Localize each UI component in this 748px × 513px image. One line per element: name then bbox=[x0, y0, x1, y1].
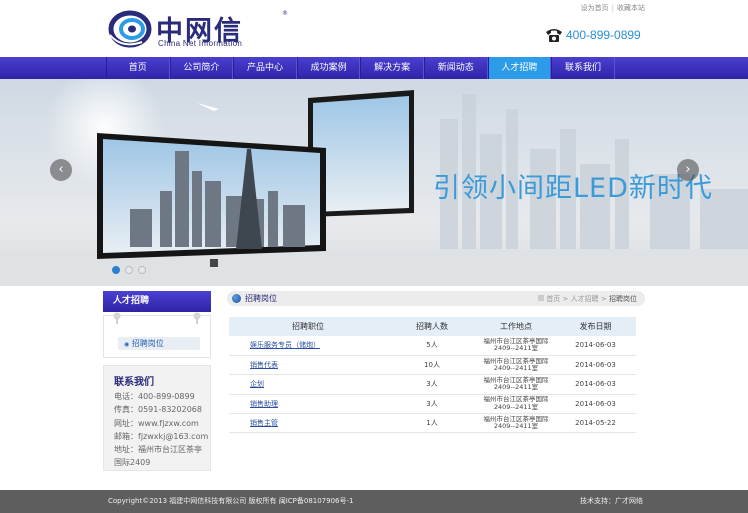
section-title: 招聘岗位 bbox=[245, 294, 277, 303]
job-date: 2014-06-03 bbox=[555, 355, 636, 376]
job-count: 1人 bbox=[387, 413, 477, 434]
banner-dot[interactable] bbox=[125, 266, 133, 274]
job-title-link[interactable]: 销售代表 bbox=[229, 355, 387, 376]
footer: Copyright©2013 福建中网信科技有限公司 版权所有 闽ICP备081… bbox=[0, 490, 748, 513]
banner-prev-button[interactable]: ‹ bbox=[50, 159, 72, 181]
job-count: 5人 bbox=[387, 336, 477, 356]
banner-next-button[interactable]: › bbox=[677, 159, 699, 181]
job-location: 福州市台江区茶亭国际 2409--2411室 bbox=[477, 413, 555, 434]
breadcrumb-separator: > bbox=[600, 295, 607, 303]
sidebar-item-job-openings[interactable]: ◉ 招聘岗位 bbox=[118, 337, 200, 350]
nav-item-home[interactable]: 首页 bbox=[106, 57, 170, 79]
contact-fax: 传真：0591-83202068 bbox=[114, 405, 202, 415]
job-title-link[interactable]: 娱乐服务专员（储炮） bbox=[229, 336, 387, 356]
telephone-icon bbox=[546, 29, 562, 42]
logo[interactable]: 中网信 ® China Net Information bbox=[108, 9, 288, 49]
breadcrumb-careers[interactable]: 人才招聘 bbox=[571, 295, 599, 303]
job-location-line2: 2409--2411室 bbox=[493, 402, 539, 411]
job-title-link[interactable]: 销售主管 bbox=[229, 413, 387, 434]
column-header-location: 工作地点 bbox=[477, 317, 555, 336]
job-count: 3人 bbox=[387, 374, 477, 395]
banner-headline: 引领小间距LED新时代 bbox=[433, 173, 713, 204]
contact-address-line2: 国际2409 bbox=[114, 458, 151, 468]
pin-icon bbox=[193, 312, 201, 324]
breadcrumb-home[interactable]: 首页 bbox=[546, 295, 560, 303]
bullet-icon: ◉ bbox=[124, 341, 130, 348]
job-location: 福州市台江区茶亭国际 2409--2411室 bbox=[477, 336, 555, 356]
job-date: 2014-05-22 bbox=[555, 413, 636, 434]
job-date: 2014-06-03 bbox=[555, 336, 636, 356]
job-location: 福州市台江区茶亭国际 2409--2411室 bbox=[477, 355, 555, 376]
contact-address: 地址：福州市台江区茶亭 bbox=[114, 445, 202, 455]
contact-box: 联系我们 电话：400-899-0899 传真：0591-83202068 网址… bbox=[103, 365, 211, 471]
logo-text-en: China Net Information bbox=[158, 39, 243, 48]
bookmark-link[interactable]: 收藏本站 bbox=[617, 4, 645, 12]
contact-website: 网址：www.fjzxw.com bbox=[114, 418, 199, 428]
contact-title: 联系我们 bbox=[114, 377, 154, 388]
main-nav: 首页 公司简介 产品中心 成功案例 解决方案 新闻动态 人才招聘 联系我们 bbox=[0, 57, 748, 79]
job-location-line2: 2409--2411室 bbox=[493, 383, 539, 392]
nav-item-cases[interactable]: 成功案例 bbox=[296, 57, 361, 79]
job-location: 福州市台江区茶亭国际 2409--2411室 bbox=[477, 374, 555, 395]
contact-phone: 电话：400-899-0899 bbox=[114, 392, 195, 401]
banner-dot[interactable] bbox=[112, 266, 120, 274]
job-count: 10人 bbox=[387, 355, 477, 376]
job-count: 3人 bbox=[387, 394, 477, 415]
column-header-count: 招聘人数 bbox=[387, 317, 477, 336]
job-location-line2: 2409--2411室 bbox=[493, 364, 539, 373]
table-row: 销售代表 10人 福州市台江区茶亭国际 2409--2411室 2014-06-0… bbox=[229, 355, 636, 376]
banner-dot[interactable] bbox=[138, 266, 146, 274]
globe-bullet-icon bbox=[232, 294, 241, 303]
footer-copyright: Copyright©2013 福建中网信科技有限公司 版权所有 闽ICP备081… bbox=[108, 497, 354, 505]
nav-item-about[interactable]: 公司简介 bbox=[169, 57, 234, 79]
banner-pagination bbox=[112, 266, 146, 274]
page: 中网信 ® China Net Information 设为首页 | 收藏本站 40… bbox=[0, 0, 748, 513]
logo-registered-mark: ® bbox=[282, 10, 288, 17]
nav-item-contact[interactable]: 联系我们 bbox=[551, 57, 615, 79]
nav-item-news[interactable]: 新闻动态 bbox=[423, 57, 488, 79]
nav-item-solutions[interactable]: 解决方案 bbox=[360, 57, 424, 79]
breadcrumb: 首页 > 人才招聘 > 招聘岗位 bbox=[538, 294, 637, 304]
home-icon bbox=[538, 295, 545, 301]
breadcrumb-current: 招聘岗位 bbox=[609, 295, 637, 303]
sidebar-heading: 人才招聘 bbox=[103, 291, 211, 312]
job-date: 2014-06-03 bbox=[555, 374, 636, 395]
sidebar-menu: ◉ 招聘岗位 bbox=[103, 312, 211, 358]
job-location-line2: 2409--2411室 bbox=[493, 344, 539, 353]
nav-item-careers[interactable]: 人才招聘 bbox=[487, 57, 552, 79]
top-links-separator: | bbox=[611, 4, 614, 12]
job-location: 福州市台江区茶亭国际 2409--2411室 bbox=[477, 394, 555, 415]
logo-swirl-icon bbox=[108, 10, 152, 48]
table-row: 娱乐服务专员（储炮） 5人 福州市台江区茶亭国际 2409--2411室 2014… bbox=[229, 336, 636, 356]
job-title-link[interactable]: 企划 bbox=[229, 374, 387, 395]
job-title-link[interactable]: 销售助理 bbox=[229, 394, 387, 415]
sidebar-item-label: 招聘岗位 bbox=[131, 339, 164, 348]
header: 中网信 ® China Net Information 设为首页 | 收藏本站 40… bbox=[0, 0, 748, 57]
contact-email: 邮箱：fjzwxkj@163.com bbox=[114, 431, 209, 441]
set-homepage-link[interactable]: 设为首页 bbox=[581, 4, 609, 12]
table-header-row: 招聘职位 招聘人数 工作地点 发布日期 bbox=[229, 317, 636, 336]
job-location-line2: 2409--2411室 bbox=[493, 422, 539, 431]
footer-tech-support[interactable]: 技术支持：广才网络 bbox=[580, 490, 643, 513]
nav-item-products[interactable]: 产品中心 bbox=[233, 57, 297, 79]
breadcrumb-separator: > bbox=[562, 295, 569, 303]
column-header-date: 发布日期 bbox=[555, 317, 636, 336]
table-row: 企划 3人 福州市台江区茶亭国际 2409--2411室 2014-06-03 bbox=[229, 374, 636, 395]
column-header-position: 招聘职位 bbox=[229, 317, 387, 336]
jobs-table: 招聘职位 招聘人数 工作地点 发布日期 娱乐服务专员（储炮） 5人 福州市台江区… bbox=[229, 317, 636, 434]
table-row: 销售主管 1人 福州市台江区茶亭国际 2409--2411室 2014-05-22 bbox=[229, 413, 636, 434]
job-date: 2014-06-03 bbox=[555, 394, 636, 415]
hero-banner[interactable]: 引领小间距LED新时代 ‹ › bbox=[0, 79, 748, 286]
contact-details: 电话：400-899-0899 传真：0591-83202068 网址：www.… bbox=[114, 390, 210, 470]
section-header-bar: 招聘岗位 首页 > 人才招聘 > 招聘岗位 bbox=[227, 291, 645, 306]
pin-icon bbox=[113, 312, 121, 324]
phone-number: 400-899-0899 bbox=[566, 28, 641, 42]
table-row: 销售助理 3人 福州市台江区茶亭国际 2409--2411室 2014-06-03 bbox=[229, 394, 636, 415]
top-links: 设为首页 | 收藏本站 bbox=[581, 3, 645, 13]
